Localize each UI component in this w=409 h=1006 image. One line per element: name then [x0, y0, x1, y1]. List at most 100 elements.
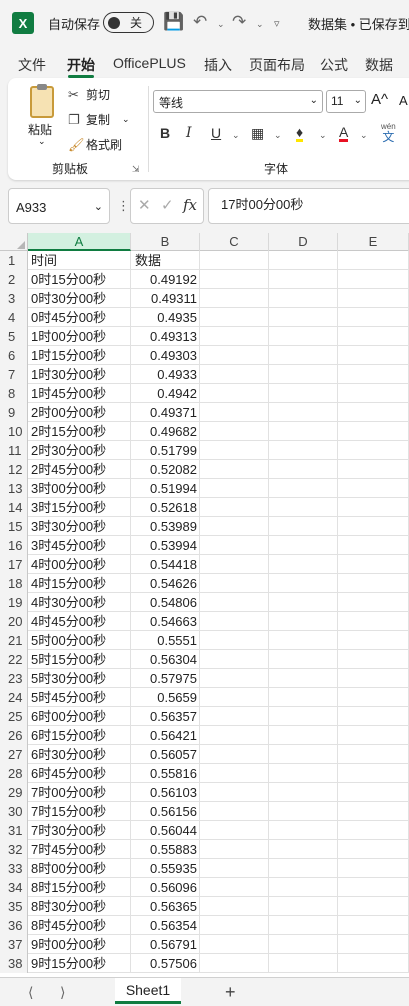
- paste-icon[interactable]: [30, 84, 54, 118]
- cell-c[interactable]: [200, 517, 269, 536]
- cell-b[interactable]: 0.51994: [131, 479, 200, 498]
- tab-page-layout[interactable]: 页面布局: [249, 55, 305, 75]
- tab-officeplus[interactable]: OfficePLUS: [113, 55, 186, 71]
- grow-font-button[interactable]: A^: [371, 91, 388, 108]
- fill-color-dropdown-icon[interactable]: ⌄: [319, 130, 327, 141]
- cell-a[interactable]: 7时30分00秒: [28, 821, 131, 840]
- cell-a[interactable]: 1时00分00秒: [28, 327, 131, 346]
- cell-a[interactable]: 6时45分00秒: [28, 764, 131, 783]
- row-header[interactable]: 25: [0, 707, 28, 726]
- row-header[interactable]: 11: [0, 441, 28, 460]
- cell-b[interactable]: 0.53994: [131, 536, 200, 555]
- cell-b[interactable]: 0.49192: [131, 270, 200, 289]
- cell-a[interactable]: 2时45分00秒: [28, 460, 131, 479]
- row-header[interactable]: 20: [0, 612, 28, 631]
- cell-b[interactable]: 0.56103: [131, 783, 200, 802]
- copy-dropdown-icon[interactable]: ⌄: [122, 114, 130, 125]
- cell-c[interactable]: [200, 441, 269, 460]
- cell-e[interactable]: [338, 270, 409, 289]
- cell-b[interactable]: 0.54806: [131, 593, 200, 612]
- cell-b[interactable]: 0.4942: [131, 384, 200, 403]
- cell-d[interactable]: [269, 802, 338, 821]
- row-header[interactable]: 6: [0, 346, 28, 365]
- tab-home[interactable]: 开始: [67, 55, 95, 75]
- cell-e[interactable]: [338, 726, 409, 745]
- row-header[interactable]: 2: [0, 270, 28, 289]
- cell-e[interactable]: [338, 859, 409, 878]
- cell-c[interactable]: [200, 764, 269, 783]
- cell-a[interactable]: 8时30分00秒: [28, 897, 131, 916]
- cell-d[interactable]: [269, 954, 338, 973]
- row-header[interactable]: 38: [0, 954, 28, 973]
- font-color-dropdown-icon[interactable]: ⌄: [360, 130, 368, 141]
- row-header[interactable]: 12: [0, 460, 28, 479]
- cell-b[interactable]: 0.55883: [131, 840, 200, 859]
- cell-c[interactable]: [200, 365, 269, 384]
- cell-e[interactable]: [338, 783, 409, 802]
- shrink-font-button[interactable]: A: [399, 93, 408, 108]
- redo-dropdown-icon[interactable]: ⌄: [256, 19, 264, 30]
- cell-c[interactable]: [200, 916, 269, 935]
- cell-d[interactable]: [269, 251, 338, 270]
- cell-c[interactable]: [200, 555, 269, 574]
- row-header[interactable]: 16: [0, 536, 28, 555]
- cell-b[interactable]: 0.54418: [131, 555, 200, 574]
- font-size-select[interactable]: 11 ⌄: [326, 90, 366, 113]
- cell-a[interactable]: 5时30分00秒: [28, 669, 131, 688]
- cell-c[interactable]: [200, 384, 269, 403]
- cell-e[interactable]: [338, 308, 409, 327]
- cell-c[interactable]: [200, 821, 269, 840]
- cell-e[interactable]: [338, 745, 409, 764]
- cell-e[interactable]: [338, 365, 409, 384]
- cell-b[interactable]: 0.49303: [131, 346, 200, 365]
- cell-d[interactable]: [269, 745, 338, 764]
- cell-c[interactable]: [200, 251, 269, 270]
- row-header[interactable]: 19: [0, 593, 28, 612]
- cell-d[interactable]: [269, 935, 338, 954]
- cell-e[interactable]: [338, 403, 409, 422]
- sheet-tab-sheet1[interactable]: Sheet1: [115, 978, 181, 1004]
- cell-d[interactable]: [269, 498, 338, 517]
- cell-a[interactable]: 9时00分00秒: [28, 935, 131, 954]
- cell-b[interactable]: 0.56057: [131, 745, 200, 764]
- customize-toolbar-icon[interactable]: ▿: [274, 17, 280, 30]
- underline-button[interactable]: U: [211, 125, 221, 141]
- cell-a[interactable]: 9时15分00秒: [28, 954, 131, 973]
- row-header[interactable]: 35: [0, 897, 28, 916]
- cell-c[interactable]: [200, 726, 269, 745]
- cell-c[interactable]: [200, 612, 269, 631]
- scroll-right-icon[interactable]: ⟩: [60, 984, 65, 1001]
- borders-icon[interactable]: ▦: [251, 125, 264, 142]
- row-header[interactable]: 9: [0, 403, 28, 422]
- cell-c[interactable]: [200, 536, 269, 555]
- cell-a[interactable]: 0时30分00秒: [28, 289, 131, 308]
- cell-a[interactable]: 3时15分00秒: [28, 498, 131, 517]
- cell-b[interactable]: 0.57975: [131, 669, 200, 688]
- fill-color-icon[interactable]: ♦: [296, 125, 304, 142]
- cancel-icon[interactable]: ✕: [138, 196, 151, 214]
- cell-b[interactable]: 0.56096: [131, 878, 200, 897]
- row-header[interactable]: 13: [0, 479, 28, 498]
- cell-d[interactable]: [269, 650, 338, 669]
- row-header[interactable]: 17: [0, 555, 28, 574]
- cell-d[interactable]: [269, 403, 338, 422]
- cell-c[interactable]: [200, 289, 269, 308]
- insert-function-icon[interactable]: fx: [183, 196, 197, 214]
- cell-d[interactable]: [269, 707, 338, 726]
- cell-c[interactable]: [200, 270, 269, 289]
- cell-a[interactable]: 4时45分00秒: [28, 612, 131, 631]
- cell-e[interactable]: [338, 878, 409, 897]
- cell-a[interactable]: 7时45分00秒: [28, 840, 131, 859]
- cell-a[interactable]: 2时15分00秒: [28, 422, 131, 441]
- cell-a[interactable]: 7时15分00秒: [28, 802, 131, 821]
- cell-e[interactable]: [338, 650, 409, 669]
- phonetic-guide-button[interactable]: wén 文: [381, 122, 396, 143]
- cell-b[interactable]: 0.56354: [131, 916, 200, 935]
- row-header[interactable]: 1: [0, 251, 28, 270]
- cell-a[interactable]: 0时15分00秒: [28, 270, 131, 289]
- tab-insert[interactable]: 插入: [204, 55, 232, 75]
- cell-a[interactable]: 时间: [28, 251, 131, 270]
- cell-d[interactable]: [269, 517, 338, 536]
- row-header[interactable]: 15: [0, 517, 28, 536]
- cell-d[interactable]: [269, 726, 338, 745]
